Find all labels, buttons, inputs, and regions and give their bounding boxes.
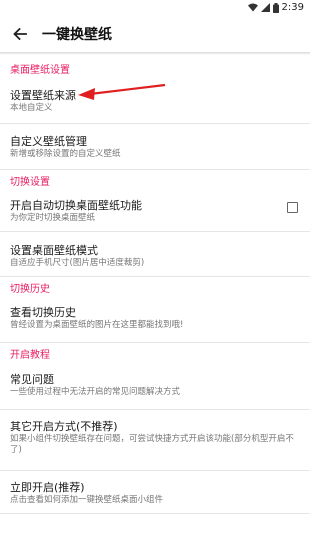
setting-subtitle: 一些使用过程中无法开启的常见问题解决方式 xyxy=(10,387,181,397)
setting-other-methods[interactable]: 其它开启方式(不推荐) 如果小组件切换壁纸存在问题，可尝试快捷方式开启该功能(部… xyxy=(0,410,310,466)
status-bar: 2:39 xyxy=(0,0,310,16)
setting-title: 立即开启(推荐) xyxy=(10,481,85,494)
section-header-switch-settings: 切换设置 xyxy=(10,177,50,188)
setting-subtitle: 如果小组件切换壁纸存在问题，可尝试快捷方式开启该功能(部分机型开启不了) xyxy=(10,434,294,455)
setting-title: 其它开启方式(不推荐) xyxy=(10,420,118,433)
setting-title: 常见问题 xyxy=(10,373,54,386)
status-time: 2:39 xyxy=(281,2,304,13)
signal-icon xyxy=(260,3,270,12)
setting-title: 自定义壁纸管理 xyxy=(10,135,87,148)
setting-subtitle: 点击查看如何添加一键换壁纸桌面小组件 xyxy=(10,495,164,505)
setting-subtitle: 为你定时切换桌面壁纸 xyxy=(10,213,96,223)
setting-title: 设置桌面壁纸模式 xyxy=(10,244,98,257)
toolbar-shadow xyxy=(0,52,310,55)
section-header-switch-history: 切换历史 xyxy=(10,284,50,295)
setting-title: 查看切换历史 xyxy=(10,306,76,319)
toolbar: 一键换壁纸 xyxy=(0,16,310,52)
setting-faq[interactable]: 常见问题 一些使用过程中无法开启的常见问题解决方式 xyxy=(0,369,310,405)
setting-wallpaper-mode[interactable]: 设置桌面壁纸模式 自适应手机尺寸(图片居中适度裁剪) xyxy=(0,232,310,276)
wifi-icon xyxy=(247,3,258,12)
setting-subtitle: 自适应手机尺寸(图片居中适度裁剪) xyxy=(10,258,145,268)
battery-icon xyxy=(272,2,279,13)
status-icons: 2:39 xyxy=(247,2,304,13)
setting-subtitle: 本地自定义 xyxy=(10,103,53,113)
settings-list: 桌面壁纸设置 设置壁纸来源 本地自定义 自定义壁纸管理 新增或移除设置的自定义壁… xyxy=(0,59,310,514)
page-title: 一键换壁纸 xyxy=(42,27,112,43)
setting-auto-switch[interactable]: 开启自动切换桌面壁纸功能 为你定时切换桌面壁纸 xyxy=(0,195,310,231)
back-button[interactable] xyxy=(0,16,40,52)
setting-wallpaper-source[interactable]: 设置壁纸来源 本地自定义 xyxy=(0,83,310,123)
setting-custom-wallpaper-manage[interactable]: 自定义壁纸管理 新增或移除设置的自定义壁纸 xyxy=(0,124,310,163)
setting-title: 开启自动切换桌面壁纸功能 xyxy=(10,199,142,212)
section-header-tutorial: 开启教程 xyxy=(10,350,50,361)
setting-title: 设置壁纸来源 xyxy=(10,89,76,102)
back-arrow-icon xyxy=(13,28,27,40)
auto-switch-checkbox[interactable] xyxy=(287,202,298,213)
divider xyxy=(0,513,310,514)
setting-enable-now[interactable]: 立即开启(推荐) 点击查看如何添加一键换壁纸桌面小组件 xyxy=(0,471,310,513)
section-header-desktop-wallpaper: 桌面壁纸设置 xyxy=(10,65,70,76)
setting-subtitle: 新增或移除设置的自定义壁纸 xyxy=(10,149,121,159)
setting-view-history[interactable]: 查看切换历史 曾经设置为桌面壁纸的图片在这里都能找到哦! xyxy=(0,302,310,338)
setting-subtitle: 曾经设置为桌面壁纸的图片在这里都能找到哦! xyxy=(10,320,184,330)
